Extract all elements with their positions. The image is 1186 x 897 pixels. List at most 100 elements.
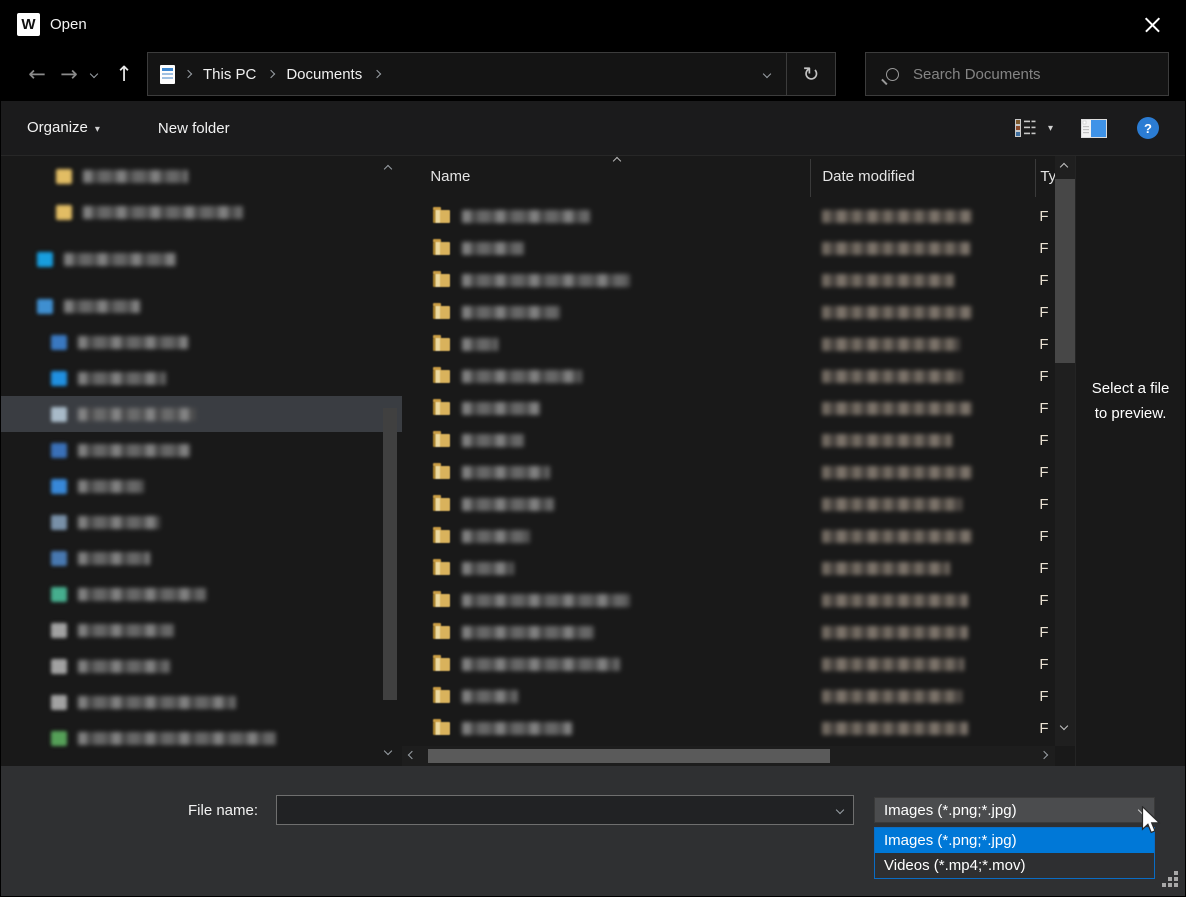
breadcrumb-this-pc[interactable]: This PC [203, 66, 256, 83]
redacted-date-modified [822, 242, 970, 255]
chevron-down-icon [763, 70, 771, 78]
back-button[interactable]: ← [21, 64, 53, 85]
column-date-modified[interactable]: Date modified [822, 168, 915, 185]
scrollbar-thumb[interactable] [428, 749, 830, 763]
dropdown-option[interactable]: Images (*.png;*.jpg) [875, 828, 1154, 853]
scroll-left-icon[interactable] [408, 751, 416, 759]
sidebar-item[interactable] [1, 288, 402, 324]
file-row[interactable]: F [402, 328, 1055, 360]
column-separator[interactable] [810, 159, 811, 197]
file-row[interactable]: F [402, 296, 1055, 328]
redacted-date-modified [822, 370, 962, 383]
sidebar-item[interactable] [1, 576, 402, 612]
file-row[interactable]: F [402, 424, 1055, 456]
redacted-date-modified [822, 210, 972, 223]
redacted-label [78, 336, 188, 349]
horizontal-scrollbar[interactable] [402, 746, 1055, 766]
sidebar-item[interactable] [1, 504, 402, 540]
scroll-down-icon[interactable] [1060, 722, 1068, 730]
sidebar-item[interactable] [1, 158, 402, 194]
chevron-down-icon[interactable] [836, 806, 844, 814]
search-box[interactable] [865, 52, 1169, 96]
file-row[interactable]: F [402, 488, 1055, 520]
help-button[interactable]: ? [1137, 117, 1159, 139]
sidebar-item[interactable] [1, 468, 402, 504]
breadcrumb-documents[interactable]: Documents [286, 66, 362, 83]
sidebar-item[interactable] [1, 360, 402, 396]
file-row[interactable]: F [402, 552, 1055, 584]
scrollbar-thumb[interactable] [1055, 179, 1075, 363]
scroll-up-icon[interactable] [384, 165, 392, 173]
chevron-right-icon[interactable] [373, 70, 381, 78]
sidebar-scrollbar[interactable] [380, 160, 400, 762]
address-dropdown-button[interactable] [748, 53, 786, 95]
forward-button[interactable]: → [53, 64, 85, 85]
file-row[interactable]: F [402, 648, 1055, 680]
redacted-label [78, 624, 174, 637]
sidebar-item[interactable] [1, 648, 402, 684]
organize-button[interactable]: Organize▾ [27, 119, 100, 137]
search-input[interactable] [913, 66, 1168, 83]
file-type-letter: F [1039, 656, 1048, 673]
preview-pane: Select a file to preview. [1075, 156, 1185, 766]
scroll-up-icon[interactable] [1060, 163, 1068, 171]
details-view-icon[interactable] [1015, 119, 1036, 137]
sidebar-item[interactable] [1, 324, 402, 360]
file-row[interactable]: F [402, 712, 1055, 744]
vertical-scrollbar[interactable] [1055, 156, 1075, 746]
file-row[interactable]: F [402, 200, 1055, 232]
sidebar-item[interactable] [1, 540, 402, 576]
folder-icon [433, 722, 450, 735]
file-row[interactable]: F [402, 456, 1055, 488]
file-row[interactable]: F [402, 232, 1055, 264]
recent-locations-chevron-icon[interactable] [90, 70, 98, 78]
search-icon [886, 68, 899, 81]
chevron-right-icon[interactable] [267, 70, 275, 78]
chevron-right-icon [184, 70, 192, 78]
file-type-select[interactable]: Images (*.png;*.jpg) [874, 797, 1155, 823]
sidebar-item[interactable] [1, 194, 402, 230]
file-row[interactable]: F [402, 520, 1055, 552]
close-button[interactable] [1135, 7, 1169, 41]
resize-grip[interactable] [1162, 871, 1178, 887]
up-button[interactable]: ↑ [109, 64, 139, 85]
column-name[interactable]: Name [430, 168, 470, 185]
file-name-combo[interactable] [276, 795, 854, 825]
column-separator[interactable] [1035, 159, 1036, 197]
sidebar-item[interactable] [1, 720, 402, 756]
view-options-caret-icon[interactable]: ▾ [1048, 123, 1053, 134]
documents-icon [51, 407, 67, 422]
file-row[interactable]: F [402, 616, 1055, 648]
scrollbar-thumb[interactable] [383, 408, 397, 700]
sidebar-item[interactable] [1, 612, 402, 648]
file-row[interactable]: F [402, 680, 1055, 712]
redacted-label [78, 588, 206, 601]
scroll-down-icon[interactable] [384, 747, 392, 755]
file-row[interactable]: F [402, 264, 1055, 296]
redacted-file-name [462, 306, 560, 319]
redacted-file-name [462, 466, 550, 479]
folder-icon [433, 210, 450, 223]
file-name-input[interactable] [287, 802, 837, 819]
dropdown-option[interactable]: Videos (*.mp4;*.mov) [875, 853, 1154, 878]
scroll-right-icon[interactable] [1040, 751, 1048, 759]
preview-pane-icon[interactable] [1081, 119, 1107, 138]
file-row[interactable]: F [402, 584, 1055, 616]
file-type-letter: F [1039, 688, 1048, 705]
sidebar-item[interactable] [1, 432, 402, 468]
drive-icon [51, 659, 67, 674]
folder-icon [433, 370, 450, 383]
column-type[interactable]: Ty [1040, 168, 1055, 185]
sidebar-item[interactable] [1, 241, 402, 277]
file-row[interactable]: F [402, 392, 1055, 424]
sidebar-list [1, 156, 402, 756]
sidebar-item[interactable] [1, 684, 402, 720]
dropdown-caret-icon: ▾ [95, 124, 100, 135]
file-type-letter: F [1039, 560, 1048, 577]
refresh-button[interactable]: ↻ [787, 53, 835, 95]
sidebar-item[interactable] [1, 396, 402, 432]
file-row[interactable]: F [402, 360, 1055, 392]
redacted-date-modified [822, 402, 972, 415]
file-type-letter: F [1039, 528, 1048, 545]
new-folder-button[interactable]: New folder [158, 120, 230, 137]
